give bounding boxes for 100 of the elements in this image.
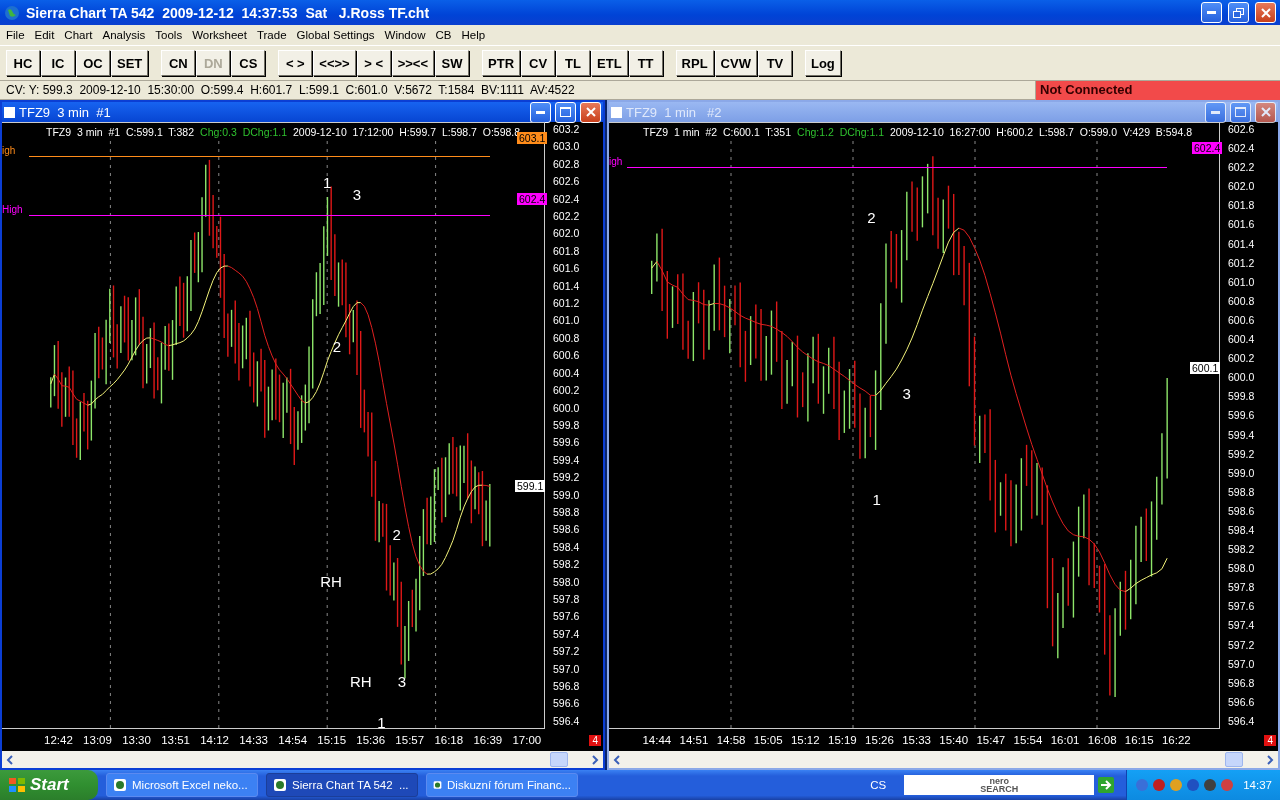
- toolbar-button[interactable]: SW: [435, 50, 470, 76]
- maximize-button[interactable]: [1230, 102, 1251, 123]
- price-axis-label: 599.8: [1227, 390, 1256, 404]
- time-axis-label: 12:42: [44, 734, 73, 746]
- price-axis-label: 600.2: [1227, 352, 1256, 366]
- horizontal-scrollbar[interactable]: [2, 751, 603, 768]
- chart-annotation: 1: [377, 713, 386, 731]
- toolbar-button[interactable]: SET: [111, 50, 149, 76]
- menu-item[interactable]: Analysis: [98, 29, 152, 41]
- toolbar-button[interactable]: CV: [521, 50, 556, 76]
- restore-button[interactable]: [1228, 2, 1249, 23]
- toolbar-button[interactable]: RPL: [675, 50, 714, 76]
- toolbar-button[interactable]: PTR: [482, 50, 521, 76]
- toolbar-button[interactable]: HC: [6, 50, 40, 76]
- toolbar-button[interactable]: CS: [231, 50, 266, 76]
- time-axis-label: 14:12: [200, 734, 229, 746]
- price-axis-label: 596.6: [1227, 695, 1256, 709]
- price-axis-label: 596.8: [552, 680, 581, 693]
- price-axis-label: 596.8: [1227, 676, 1256, 690]
- price-axis-label: 596.4: [552, 714, 581, 728]
- app-icon: [433, 778, 442, 792]
- price-axis-label: 597.4: [1227, 619, 1256, 633]
- price-axis-label: 598.2: [1227, 543, 1256, 557]
- taskbar-button[interactable]: Sierra Chart TA 542 ...: [266, 773, 418, 797]
- price-axis-label: 600.4: [552, 366, 581, 380]
- toolbar-button[interactable]: > <: [356, 50, 391, 76]
- tray-icon: [1186, 778, 1201, 792]
- menu-item[interactable]: Tools: [151, 29, 189, 41]
- menu-item[interactable]: File: [2, 29, 31, 41]
- close-icon: [585, 107, 596, 117]
- current-price-marker: 599.1: [515, 480, 546, 493]
- maximize-icon: [560, 107, 571, 117]
- chart-annotation: 3: [352, 185, 362, 203]
- toolbar-button[interactable]: < >: [278, 50, 313, 76]
- tray-icon: [1169, 778, 1184, 792]
- language-indicator[interactable]: CS: [870, 779, 887, 791]
- price-axis-label: 598.2: [552, 558, 581, 572]
- taskbar-button[interactable]: Diskuzní fórum Financ...: [426, 773, 578, 797]
- level-label: igh: [609, 155, 623, 167]
- menu-item[interactable]: Worksheet: [188, 29, 253, 41]
- toolbar-button[interactable]: TL: [556, 50, 591, 76]
- time-axis-label: 14:51: [679, 734, 709, 746]
- search-field[interactable]: nero SEARCH: [904, 775, 1095, 795]
- menu-item[interactable]: Window: [380, 29, 432, 41]
- chart-info-text: Chg:1.2 DChg:1.1: [797, 126, 884, 138]
- minimize-button[interactable]: [530, 102, 551, 123]
- minimize-icon: [536, 110, 545, 114]
- price-axis-label: 600.0: [1227, 371, 1256, 385]
- toolbar-button[interactable]: <<>>: [313, 50, 356, 76]
- scroll-thumb[interactable]: [1225, 752, 1243, 767]
- menu-item[interactable]: Chart: [60, 29, 99, 41]
- chart-annotation: 2: [867, 208, 876, 226]
- time-axis-label: 15:57: [395, 734, 425, 746]
- price-axis-label: 602.6: [552, 175, 581, 189]
- price-axis-label: 597.4: [552, 627, 581, 641]
- menu-item[interactable]: Global Settings: [292, 29, 381, 41]
- minimize-button[interactable]: [1201, 2, 1222, 23]
- chart-annotation: 1: [872, 490, 881, 508]
- time-axis-label: 14:54: [278, 734, 308, 746]
- go-arrow-icon: [1098, 777, 1115, 793]
- toolbar-button[interactable]: CVW: [714, 50, 757, 76]
- menu-item[interactable]: CB: [431, 29, 458, 41]
- price-axis-label: 601.4: [1227, 237, 1256, 251]
- toolbar-button[interactable]: TV: [757, 50, 792, 76]
- start-button[interactable]: Start: [0, 770, 98, 800]
- horizontal-scrollbar[interactable]: [609, 751, 1278, 768]
- price-axis-label: 596.6: [552, 697, 581, 711]
- chart-info-text: TFZ9 3 min #1 C:599.1 T:382: [46, 126, 195, 138]
- minimize-button[interactable]: [1205, 102, 1226, 123]
- toolbar-button[interactable]: IC: [41, 50, 75, 76]
- toolbar-button[interactable]: >><<: [391, 50, 435, 76]
- chart-annotation: 1: [323, 173, 332, 191]
- toolbar-button[interactable]: OC: [76, 50, 110, 76]
- window-title: Sierra Chart TA 542 2009-12-12 14:37:53 Sat J.Ross TF.cht: [26, 4, 431, 21]
- time-axis-label: 13:09: [83, 734, 112, 746]
- toolbar-button[interactable]: ETL: [591, 50, 628, 76]
- taskbar-button[interactable]: Microsoft Excel neko...: [106, 773, 258, 797]
- menu-item[interactable]: Trade: [252, 29, 293, 41]
- menu-item[interactable]: Edit: [30, 29, 61, 41]
- app-icon: [113, 778, 127, 792]
- menu-item[interactable]: Help: [457, 29, 492, 41]
- time-axis-label: 16:39: [473, 734, 503, 746]
- toolbar-button[interactable]: CN: [161, 50, 196, 76]
- maximize-button[interactable]: [555, 102, 576, 123]
- price-axis-label: 598.4: [1227, 523, 1256, 537]
- toolbar-button[interactable]: Log: [804, 50, 841, 76]
- price-axis-label: 599.6: [552, 436, 581, 450]
- price-axis-label: 598.8: [552, 505, 581, 519]
- price-axis-label: 600.6: [552, 349, 581, 363]
- price-axis-label: 603.2: [552, 123, 581, 136]
- time-axis-label: 16:15: [1124, 734, 1154, 746]
- level-price-marker: 602.4: [1192, 142, 1223, 155]
- close-button[interactable]: [1255, 2, 1276, 23]
- scroll-thumb[interactable]: [550, 752, 568, 767]
- price-axis-label: 598.6: [552, 523, 581, 537]
- close-button[interactable]: [1255, 102, 1276, 123]
- close-button[interactable]: [580, 102, 601, 123]
- time-axis-label: 16:01: [1050, 734, 1080, 746]
- toolbar-button[interactable]: TT: [628, 50, 663, 76]
- price-axis-label: 600.2: [552, 384, 581, 398]
